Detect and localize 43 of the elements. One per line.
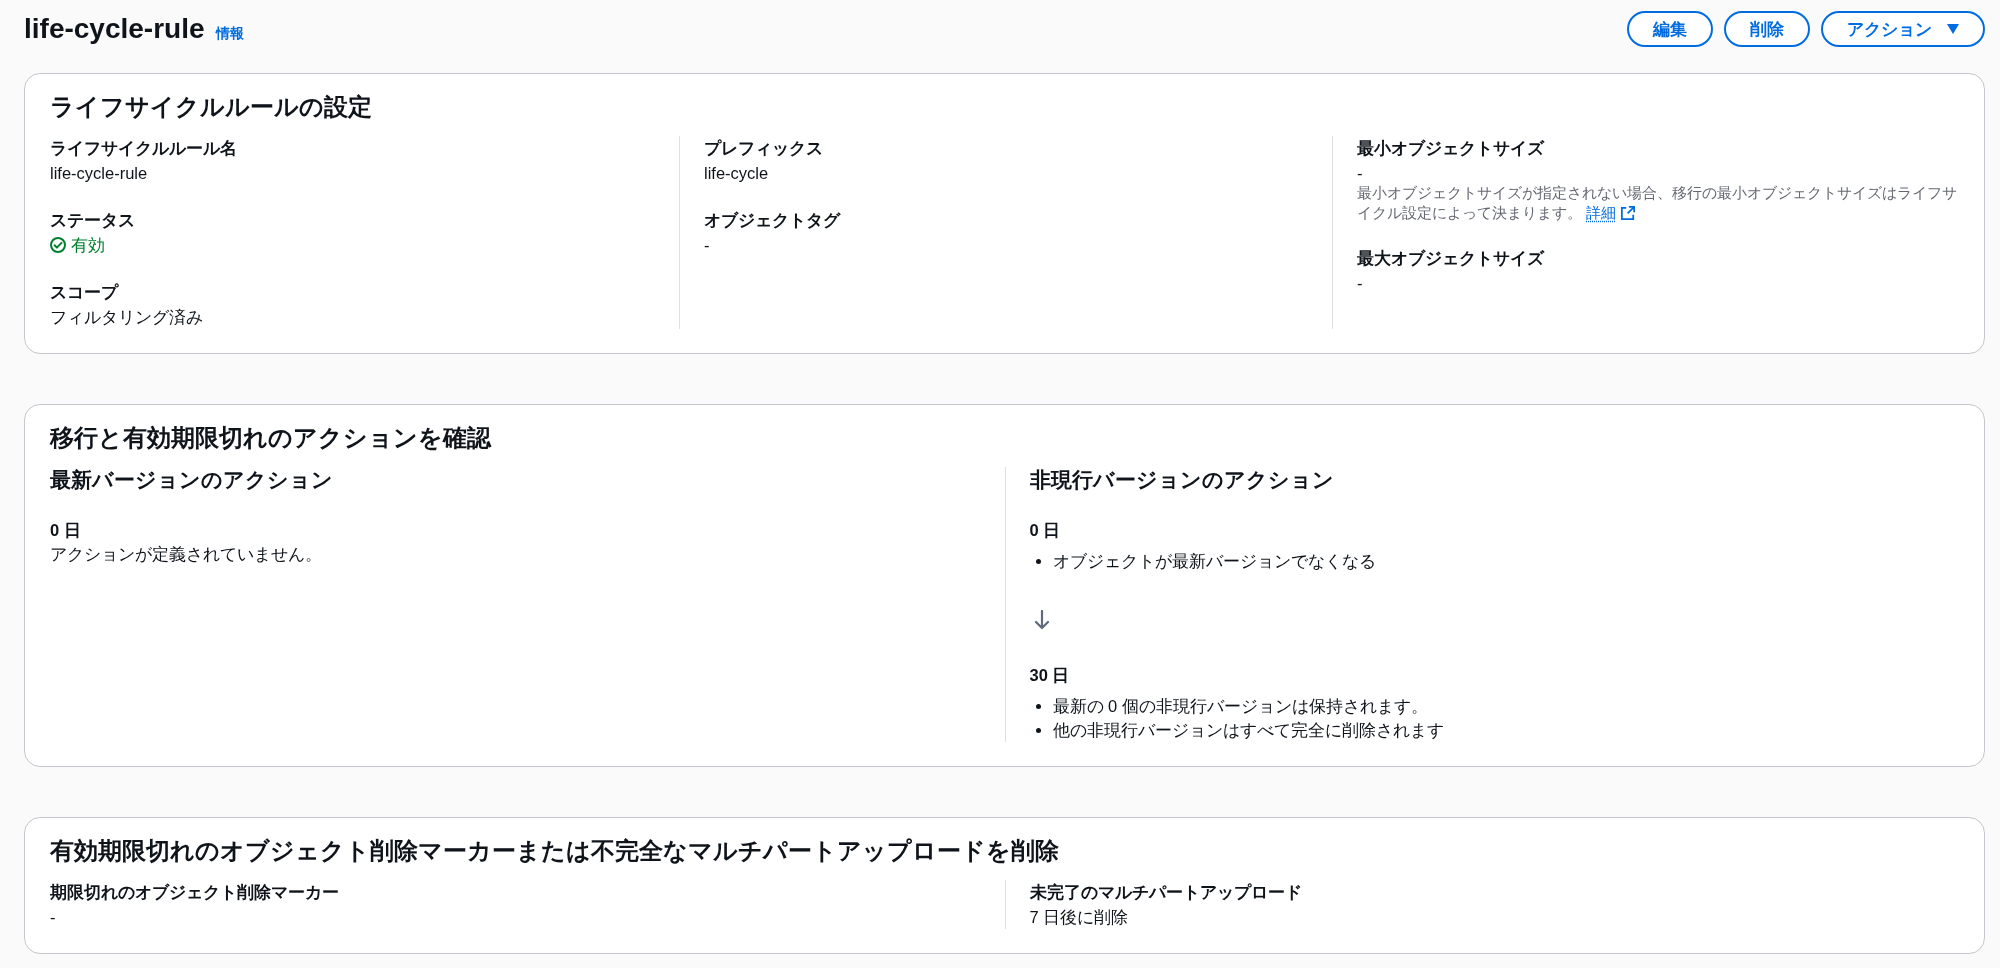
page-title: life-cycle-rule [24, 12, 205, 46]
field-label: ライフサイクルルール名 [50, 138, 238, 159]
details-link[interactable]: 詳細 [1586, 205, 1635, 221]
field-label: スコープ [50, 282, 120, 303]
field-label: オブジェクトタグ [704, 210, 842, 231]
field-value: - [50, 907, 57, 928]
list-item-text: 最新の 0 個の非現行バージョンは保持されます。 [1052, 696, 1428, 717]
edit-button[interactable]: 編集 [1627, 11, 1713, 47]
field-value: 7 日後に削除 [1029, 907, 1130, 928]
actions-button[interactable]: アクション [1821, 11, 1985, 47]
list-item-text: オブジェクトが最新バージョンでなくなる [1052, 551, 1376, 572]
card-title: 移行と有効期限切れのアクションを確認 [50, 424, 493, 453]
caret-down-icon [1947, 24, 1959, 34]
field-label: 期限切れのオブジェクト削除マーカー [50, 882, 340, 903]
field-value: - [1357, 163, 1364, 184]
day-label: 0 日 [50, 520, 82, 541]
down-arrow-icon [1033, 610, 1050, 630]
step-text: アクションが定義されていません。 [50, 544, 323, 565]
section-title: 最新バージョンのアクション [50, 467, 334, 493]
info-link[interactable]: 情報 [215, 25, 244, 43]
field-label: ステータス [50, 210, 136, 231]
field-value: - [1357, 273, 1364, 294]
field-value: フィルタリング済み [50, 307, 204, 328]
card-title: ライフサイクルルールの設定 [50, 93, 373, 122]
day-label: 30 日 [1029, 665, 1071, 686]
field-value: life-cycle [704, 163, 770, 184]
bullet-icon [1035, 703, 1041, 709]
field-label: 最大オブジェクトサイズ [1357, 248, 1546, 269]
day-label: 0 日 [1029, 520, 1062, 541]
external-link-icon [1621, 206, 1635, 220]
section-title: 非現行バージョンのアクション [1029, 467, 1335, 493]
status-text: 有効 [71, 235, 105, 256]
field-description: 最小オブジェクトサイズが指定されない場合、移行の最小オブジェクトサイズはライフサイクル設定によって決まります。 詳細 [1357, 184, 1958, 223]
field-label: 未完了のマルチパートアップロード [1029, 882, 1303, 903]
bullet-icon [1035, 558, 1041, 564]
delete-button[interactable]: 削除 [1724, 11, 1810, 47]
bullet-icon [1035, 727, 1041, 733]
card-title: 有効期限切れのオブジェクト削除マーカーまたは不完全なマルチパートアップロードを削除 [50, 837, 1060, 866]
field-value: life-cycle-rule [50, 163, 149, 184]
field-label: 最小オブジェクトサイズ [1357, 138, 1546, 159]
list-item-text: 他の非現行バージョンはすべて完全に削除されます [1052, 720, 1444, 741]
field-value: - [704, 235, 711, 256]
field-label: プレフィックス [704, 138, 824, 159]
